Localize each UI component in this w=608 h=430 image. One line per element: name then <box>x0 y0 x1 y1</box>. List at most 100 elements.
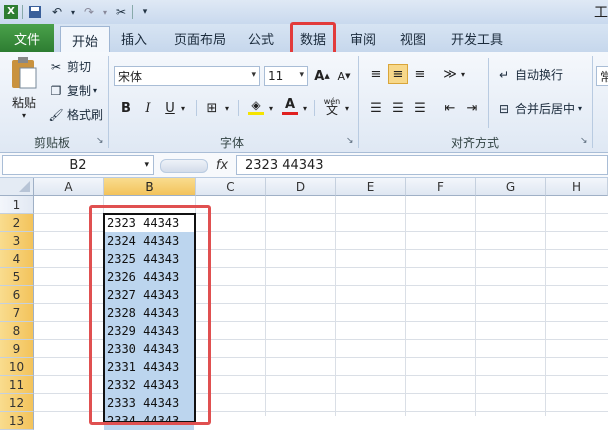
row-header[interactable]: 10 <box>0 358 34 376</box>
ribbon: 粘贴 ▾ ✂ 剪切 ❐ 复制 ▾ 🖌 格式刷 剪贴板 ↘ 宋体 ▾ 11 ▾ A ▲ A ▼ B… <box>0 52 608 153</box>
fill-color-dropdown-icon[interactable]: ▾ <box>266 98 276 118</box>
font-color-dropdown-icon[interactable]: ▾ <box>300 98 310 118</box>
select-all-corner[interactable] <box>0 178 34 196</box>
font-launcher-icon[interactable]: ↘ <box>346 136 354 146</box>
title-bar: X ↶ ▾ ↷ ▾ ✂ ▾ 工 <box>0 0 608 24</box>
format-painter-label: 格式刷 <box>67 108 104 122</box>
separator <box>196 100 197 116</box>
copy-icon: ❐ <box>50 83 62 98</box>
separator <box>358 56 359 148</box>
row-header[interactable]: 6 <box>0 286 34 304</box>
separator <box>132 5 133 19</box>
row-header[interactable]: 8 <box>0 322 34 340</box>
formula-input[interactable]: 2323 44343 <box>236 155 608 175</box>
wrap-text-icon: ↵ <box>498 67 510 82</box>
formula-bar-resizer[interactable] <box>160 159 208 173</box>
column-header[interactable]: A <box>34 178 104 196</box>
underline-dropdown-icon[interactable]: ▾ <box>178 98 188 118</box>
column-header[interactable]: C <box>196 178 266 196</box>
phonetic-icon: 文 <box>325 103 338 117</box>
cut-button[interactable]: ✂ 剪切 <box>48 58 91 75</box>
increase-indent-icon[interactable]: ⇥ <box>462 98 482 118</box>
paste-button[interactable]: 粘贴 ▾ <box>6 56 42 128</box>
border-icon[interactable]: ⊞ <box>202 98 222 118</box>
column-header[interactable]: B <box>104 178 196 196</box>
format-painter-button[interactable]: 🖌 格式刷 <box>48 106 103 123</box>
separator <box>488 58 489 128</box>
column-header[interactable]: H <box>546 178 608 196</box>
separator <box>108 56 109 148</box>
brush-icon: 🖌 <box>48 107 64 122</box>
gridline <box>405 196 406 416</box>
tab-insert[interactable]: 插入 <box>112 26 156 51</box>
align-center-icon[interactable]: ☰ <box>388 98 408 118</box>
insert-function-icon[interactable]: fx <box>212 155 232 175</box>
orientation-icon[interactable]: ≫ <box>440 64 460 84</box>
customize-toolbar-icon[interactable]: ▾ <box>136 3 154 21</box>
grow-font-button[interactable]: A ▲ <box>312 66 332 86</box>
gridline <box>475 196 476 416</box>
font-name-combo[interactable]: 宋体 ▾ <box>114 66 260 86</box>
shrink-font-button[interactable]: A ▼ <box>334 66 354 86</box>
font-color-button[interactable]: A <box>280 96 300 116</box>
row-header[interactable]: 1 <box>0 196 34 214</box>
tab-review[interactable]: 审阅 <box>342 26 384 51</box>
tools-icon[interactable]: ✂ <box>112 3 130 21</box>
tab-formulas[interactable]: 公式 <box>240 26 282 51</box>
tab-view[interactable]: 视图 <box>392 26 434 51</box>
row-header[interactable]: 12 <box>0 394 34 412</box>
paint-bucket-icon: ◈ <box>251 97 261 112</box>
row-header[interactable]: 5 <box>0 268 34 286</box>
column-header[interactable]: E <box>336 178 406 196</box>
align-top-icon[interactable]: ≡ <box>366 64 386 84</box>
row-header[interactable]: 3 <box>0 232 34 250</box>
merge-label: 合并后居中 <box>515 102 576 116</box>
merge-dropdown-icon[interactable]: ▾ <box>578 104 582 113</box>
phonetic-button[interactable]: wén 文 <box>320 96 344 116</box>
decrease-indent-icon[interactable]: ⇤ <box>440 98 460 118</box>
underline-button[interactable]: U <box>160 98 180 118</box>
app-icon: X <box>2 3 20 21</box>
save-icon[interactable] <box>26 3 44 21</box>
row-header[interactable]: 11 <box>0 376 34 394</box>
gridline <box>335 196 336 416</box>
border-dropdown-icon[interactable]: ▾ <box>222 98 232 118</box>
align-middle-icon[interactable]: ≡ <box>388 64 408 84</box>
row-header[interactable]: 13 <box>0 412 34 430</box>
fill-color-button[interactable]: ◈ <box>246 96 266 116</box>
font-size-combo[interactable]: 11 ▾ <box>264 66 308 86</box>
clipboard-launcher-icon[interactable]: ↘ <box>96 136 104 146</box>
alignment-group-label: 对齐方式 <box>450 135 499 150</box>
column-header[interactable]: D <box>266 178 336 196</box>
row-header[interactable]: 7 <box>0 304 34 322</box>
tab-file[interactable]: 文件 <box>0 24 54 52</box>
align-left-icon[interactable]: ☰ <box>366 98 386 118</box>
paste-dropdown-icon[interactable]: ▾ <box>22 111 26 120</box>
phonetic-dropdown-icon[interactable]: ▾ <box>342 98 352 118</box>
copy-dropdown-icon[interactable]: ▾ <box>93 86 97 95</box>
wrap-text-button[interactable]: ↵ 自动换行 <box>496 66 563 83</box>
name-box[interactable]: B2 ▾ <box>2 155 154 175</box>
chevron-down-icon: ▾ <box>299 70 304 80</box>
alignment-launcher-icon[interactable]: ↘ <box>580 136 588 146</box>
row-header[interactable]: 9 <box>0 340 34 358</box>
paste-label: 粘贴 <box>11 96 36 110</box>
tab-page-layout[interactable]: 页面布局 <box>164 26 236 51</box>
column-header[interactable]: F <box>406 178 476 196</box>
row-header[interactable]: 4 <box>0 250 34 268</box>
copy-button[interactable]: ❐ 复制 ▾ <box>48 82 97 99</box>
bold-button[interactable]: B <box>116 98 136 118</box>
align-bottom-icon[interactable]: ≡ <box>410 64 430 84</box>
tab-developer[interactable]: 开发工具 <box>444 26 510 51</box>
row-header[interactable]: 2 <box>0 214 34 232</box>
column-header[interactable]: G <box>476 178 546 196</box>
align-right-icon[interactable]: ☰ <box>410 98 430 118</box>
merge-center-button[interactable]: ⊟ 合并后居中 ▾ <box>496 100 582 117</box>
paste-icon <box>12 57 37 89</box>
tab-home[interactable]: 开始 <box>60 26 110 54</box>
italic-button[interactable]: I <box>138 98 158 118</box>
number-format-combo[interactable]: 常 <box>596 66 608 86</box>
wrap-text-label: 自动换行 <box>515 68 564 82</box>
separator <box>238 100 239 116</box>
orientation-dropdown-icon[interactable]: ▾ <box>458 64 468 84</box>
